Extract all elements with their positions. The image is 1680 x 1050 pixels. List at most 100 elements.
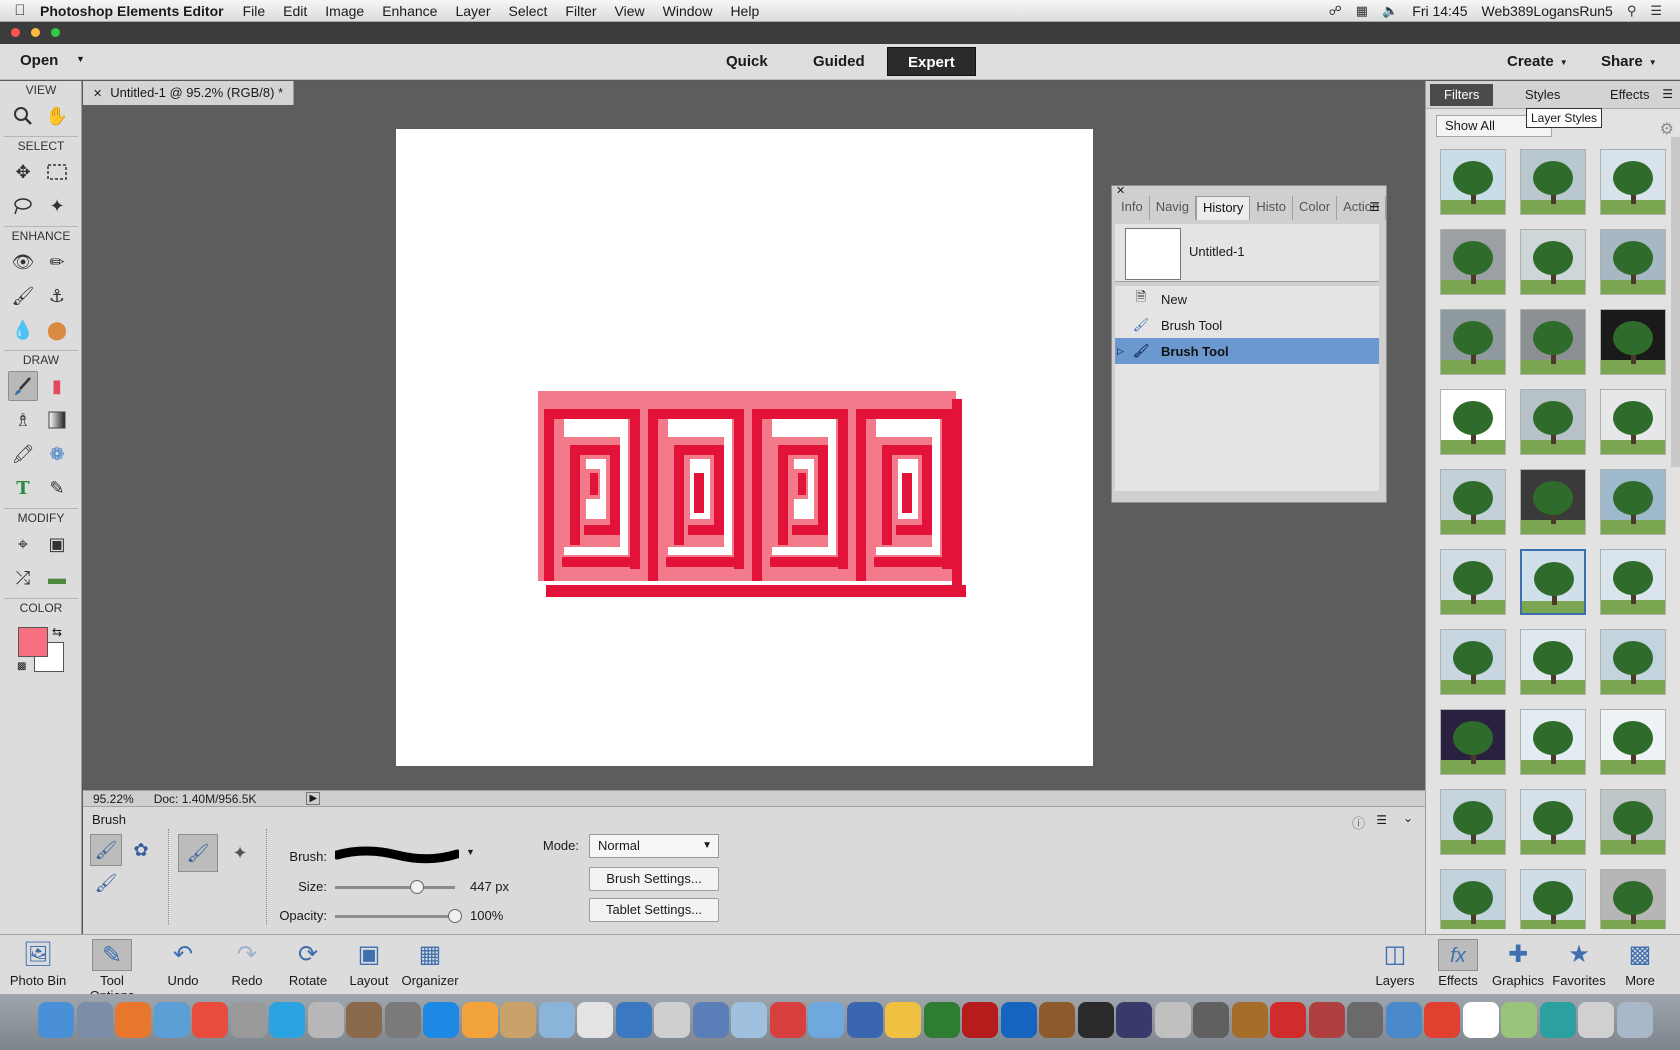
document-tab[interactable]: ✕ Untitled-1 @ 95.2% (RGB/8) * bbox=[83, 81, 295, 105]
dock-app-icon[interactable] bbox=[538, 1002, 575, 1038]
dock-app-icon[interactable] bbox=[38, 1002, 74, 1038]
dock-app-icon[interactable] bbox=[654, 1002, 690, 1038]
filter-thumbnail[interactable] bbox=[1600, 469, 1666, 535]
dock-app-icon[interactable] bbox=[1000, 1002, 1037, 1038]
history-item[interactable]: 🖌 Brush Tool bbox=[1115, 312, 1379, 338]
dock-app-icon[interactable] bbox=[885, 1002, 921, 1038]
graphics-button[interactable]: ✚ Graphics bbox=[1483, 939, 1553, 988]
filter-thumbnail[interactable] bbox=[1440, 309, 1506, 375]
filter-thumbnail[interactable] bbox=[1440, 549, 1506, 615]
dock-app-icon[interactable] bbox=[923, 1002, 960, 1038]
menu-help[interactable]: Help bbox=[721, 3, 768, 19]
size-slider-knob[interactable] bbox=[409, 880, 424, 894]
dock-app-icon[interactable] bbox=[1116, 1002, 1152, 1038]
filter-thumbnail[interactable] bbox=[1600, 789, 1666, 855]
type-tool-icon[interactable]: T bbox=[8, 473, 38, 503]
history-item-selected[interactable]: ▷ 🖌 Brush Tool bbox=[1115, 338, 1379, 364]
more-button[interactable]: ▩ More bbox=[1605, 939, 1675, 988]
airbrush-off-icon[interactable]: 🖌 bbox=[178, 834, 218, 872]
recompose-tool-icon[interactable]: ▣ bbox=[42, 529, 72, 559]
impressionist-brush-icon[interactable]: ✿ bbox=[125, 834, 157, 866]
filter-thumbnail[interactable] bbox=[1520, 389, 1586, 455]
filter-thumbnail[interactable] bbox=[1600, 549, 1666, 615]
filter-thumbnail[interactable] bbox=[1600, 869, 1666, 929]
dock-app-icon[interactable] bbox=[384, 1002, 421, 1038]
filter-thumbnail[interactable] bbox=[1440, 789, 1506, 855]
menu-file[interactable]: File bbox=[234, 3, 275, 19]
tab-styles[interactable]: Styles bbox=[1511, 84, 1574, 106]
create-button[interactable]: Create ▼ bbox=[1507, 53, 1568, 70]
blend-mode-dropdown[interactable]: Normal ▼ bbox=[589, 834, 719, 858]
crop-tool-icon[interactable]: ⌖ bbox=[8, 529, 38, 559]
dock-app-icon[interactable] bbox=[230, 1002, 267, 1038]
dock-app-icon[interactable] bbox=[769, 1002, 806, 1038]
dock-app-icon[interactable] bbox=[1308, 1002, 1345, 1038]
menu-view[interactable]: View bbox=[606, 3, 654, 19]
undo-button[interactable]: ↶ Undo bbox=[148, 939, 218, 988]
dock-app-icon[interactable] bbox=[423, 1002, 459, 1038]
gradient-tool-icon[interactable] bbox=[42, 405, 72, 435]
filter-thumbnail[interactable] bbox=[1440, 469, 1506, 535]
brush-picker-dropdown-icon[interactable]: ▼ bbox=[466, 847, 475, 857]
layers-button[interactable]: ◫ Layers bbox=[1360, 939, 1430, 988]
filter-thumbnail[interactable] bbox=[1600, 229, 1666, 295]
menu-select[interactable]: Select bbox=[500, 3, 557, 19]
eyedropper-tool-icon[interactable]: 🖍 bbox=[8, 439, 38, 469]
options-menu-icon[interactable]: ☰ bbox=[1376, 813, 1387, 827]
open-button[interactable]: Open bbox=[20, 52, 58, 69]
size-slider[interactable] bbox=[335, 886, 455, 889]
blur-tool-icon[interactable]: 💧 bbox=[8, 315, 38, 345]
tab-guided[interactable]: Guided bbox=[793, 47, 885, 76]
layout-button[interactable]: ▣ Layout bbox=[334, 939, 404, 988]
zoom-tool-icon[interactable] bbox=[8, 101, 38, 131]
tab-filters[interactable]: Filters bbox=[1430, 84, 1494, 106]
red-eye-tool-icon[interactable]: 👁 bbox=[8, 247, 38, 277]
tab-color[interactable]: Color bbox=[1293, 196, 1338, 220]
dock-app-icon[interactable] bbox=[346, 1002, 382, 1038]
rotate-button[interactable]: ⟳ Rotate bbox=[273, 939, 343, 988]
redo-button[interactable]: ↷ Redo bbox=[212, 939, 282, 988]
opacity-slider-knob[interactable] bbox=[448, 909, 462, 923]
spot-healing-tool-icon[interactable]: ✏ bbox=[42, 247, 72, 277]
filter-thumbnail[interactable] bbox=[1440, 709, 1506, 775]
notification-list-icon[interactable]: ☰ bbox=[1650, 3, 1662, 19]
volume-icon[interactable]: 🔈 bbox=[1382, 3, 1398, 19]
filter-thumbnail[interactable] bbox=[1520, 549, 1586, 615]
color-replacement-brush-icon[interactable]: 🖌 bbox=[90, 867, 122, 899]
filter-thumbnail[interactable] bbox=[1520, 469, 1586, 535]
calendar-icon[interactable]: ▦ bbox=[1356, 3, 1368, 19]
content-aware-move-tool-icon[interactable]: ⤮ bbox=[8, 563, 38, 593]
filter-thumbnail[interactable] bbox=[1440, 149, 1506, 215]
straighten-tool-icon[interactable]: ▬ bbox=[42, 563, 72, 593]
quick-selection-tool-icon[interactable]: ✦ bbox=[42, 191, 72, 221]
zoom-window-icon[interactable] bbox=[51, 28, 60, 37]
history-item[interactable]: 🗎 New bbox=[1115, 286, 1379, 312]
dock-app-icon[interactable] bbox=[808, 1002, 844, 1038]
close-window-icon[interactable] bbox=[11, 28, 20, 37]
filter-thumbnail[interactable] bbox=[1520, 149, 1586, 215]
swap-colors-icon[interactable]: ⇆ bbox=[52, 625, 62, 639]
user-name[interactable]: Web389LogansRun5 bbox=[1482, 3, 1613, 19]
filter-thumbnail[interactable] bbox=[1520, 309, 1586, 375]
dock-app-icon[interactable] bbox=[846, 1002, 883, 1038]
smart-brush-tool-icon[interactable]: 🖌 bbox=[8, 281, 38, 311]
dock-app-icon[interactable] bbox=[1154, 1002, 1191, 1038]
filter-thumbnail[interactable] bbox=[1440, 629, 1506, 695]
gear-icon[interactable]: ⚙ bbox=[1660, 119, 1674, 139]
organizer-button[interactable]: ▦ Organizer bbox=[395, 939, 465, 988]
tab-quick[interactable]: Quick bbox=[706, 47, 788, 76]
history-snapshot[interactable]: Untitled-1 bbox=[1115, 224, 1379, 282]
dock-app-icon[interactable] bbox=[1578, 1002, 1614, 1038]
dock-app-icon[interactable] bbox=[962, 1002, 998, 1038]
creative-cloud-icon[interactable]: ☍ bbox=[1329, 3, 1342, 19]
filter-thumbnail[interactable] bbox=[1520, 629, 1586, 695]
filter-thumbnail[interactable] bbox=[1600, 709, 1666, 775]
dock-app-icon[interactable] bbox=[1039, 1002, 1075, 1038]
share-button[interactable]: Share ▼ bbox=[1601, 53, 1657, 70]
filter-thumbnail[interactable] bbox=[1600, 149, 1666, 215]
dock-app-icon[interactable] bbox=[1462, 1002, 1499, 1038]
dock-app-icon[interactable] bbox=[731, 1002, 767, 1038]
dock-app-icon[interactable] bbox=[1385, 1002, 1422, 1038]
paint-bucket-tool-icon[interactable]: ♗ bbox=[8, 405, 38, 435]
foreground-color-swatch[interactable] bbox=[18, 627, 48, 657]
